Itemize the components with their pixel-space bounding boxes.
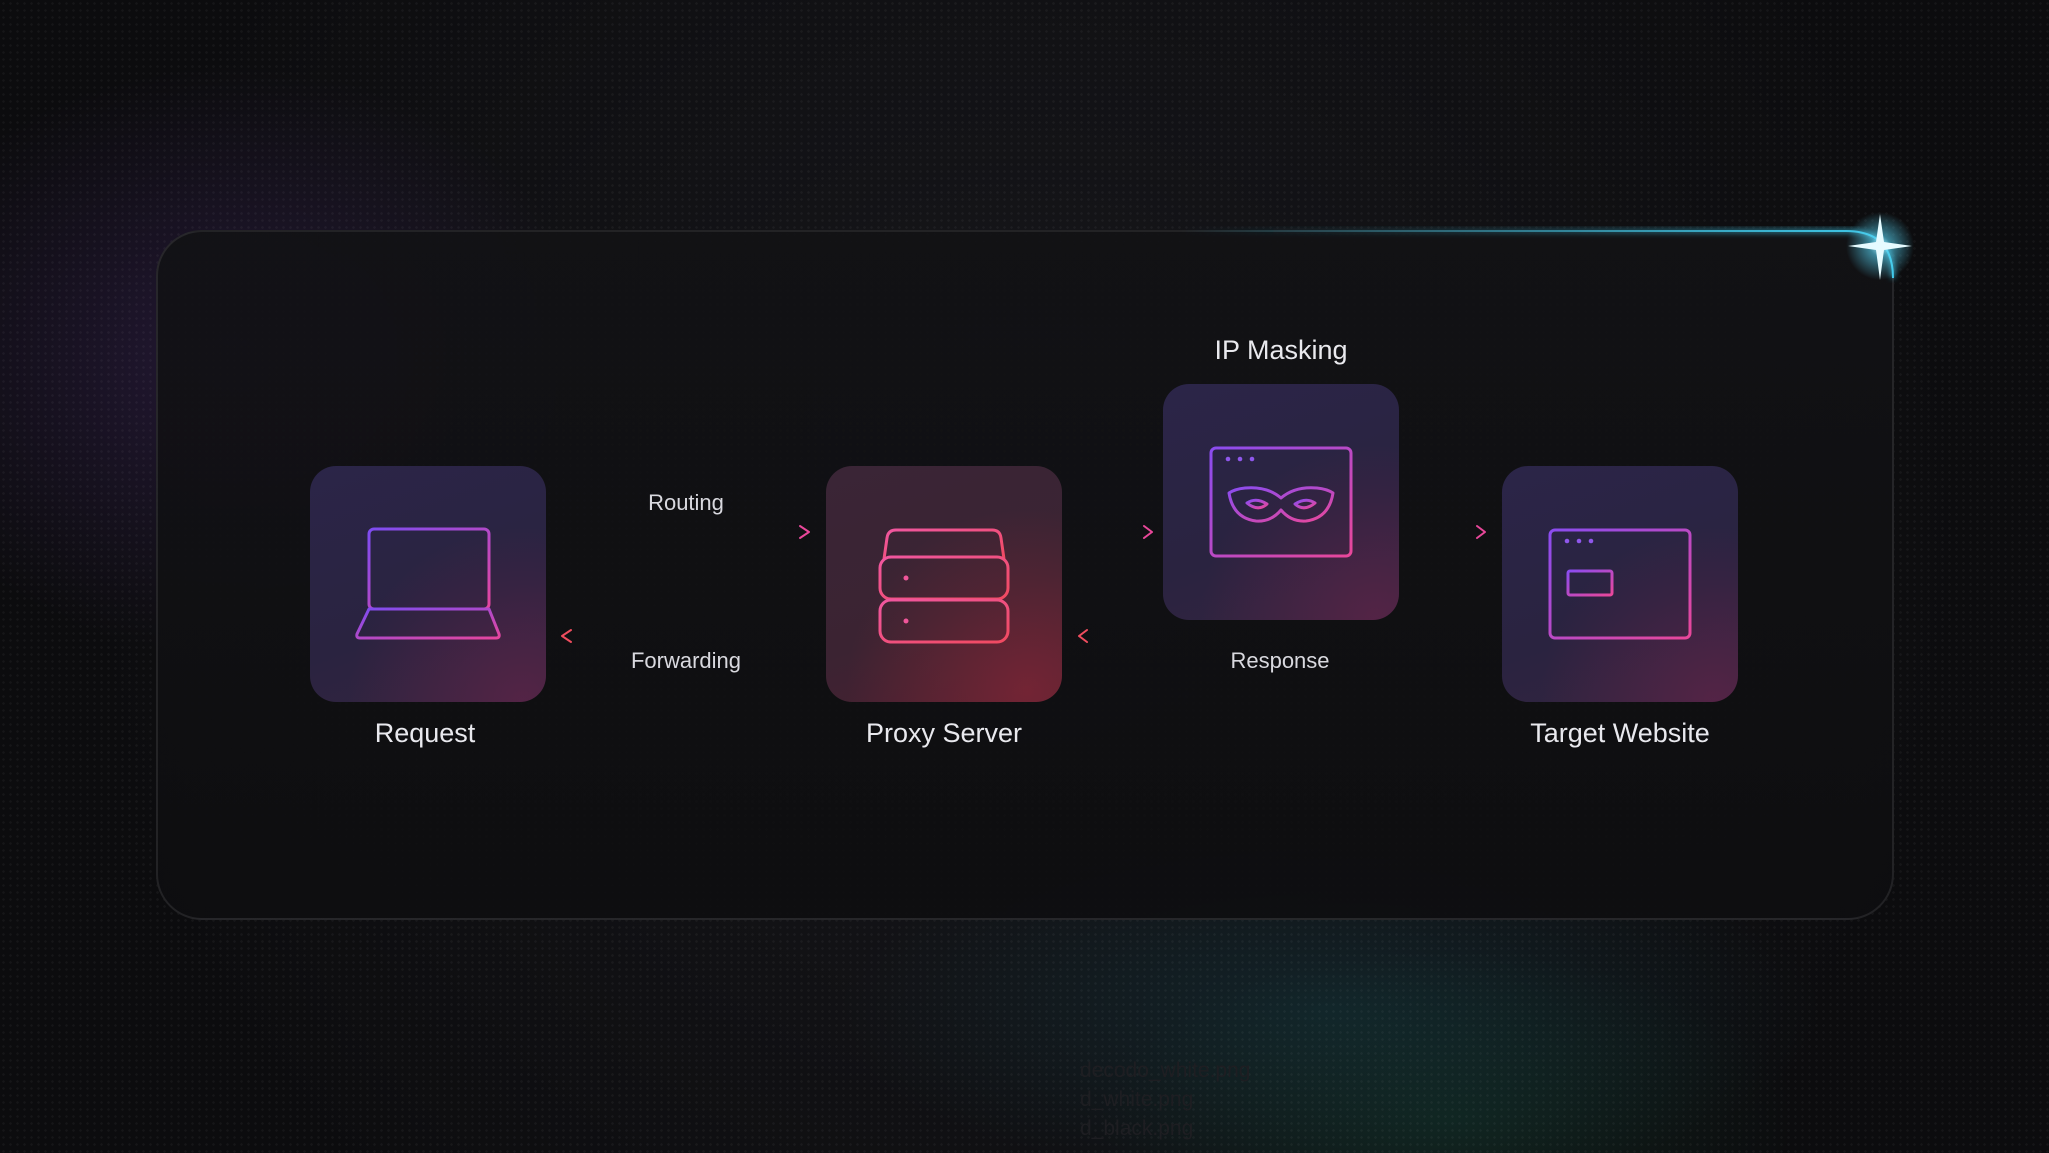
file-name: d_white.png: [1080, 1088, 1194, 1111]
proxy-to-masking-arrow: [1077, 525, 1153, 539]
file-list: decodo_white.png d_white.png d_black.png: [1080, 1056, 1250, 1143]
connection-arrows: [561, 525, 1486, 643]
target-website-label: Target Website: [1530, 718, 1710, 748]
masking-to-target-arrow: [1410, 525, 1486, 539]
response-label: Response: [1230, 648, 1330, 673]
routing-arrow: [561, 525, 810, 539]
response-arrow: [1078, 629, 1486, 643]
request-label: Request: [374, 718, 476, 748]
forwarding-label: Forwarding: [630, 648, 742, 673]
routing-label: Routing: [648, 490, 724, 515]
proxy-server-label: Proxy Server: [865, 718, 1023, 748]
ip-masking-label: IP Masking: [1214, 335, 1348, 365]
file-name: decodo_white.png: [1080, 1059, 1251, 1082]
file-name: d_black.png: [1080, 1117, 1194, 1140]
forwarding-arrow: [561, 629, 810, 643]
